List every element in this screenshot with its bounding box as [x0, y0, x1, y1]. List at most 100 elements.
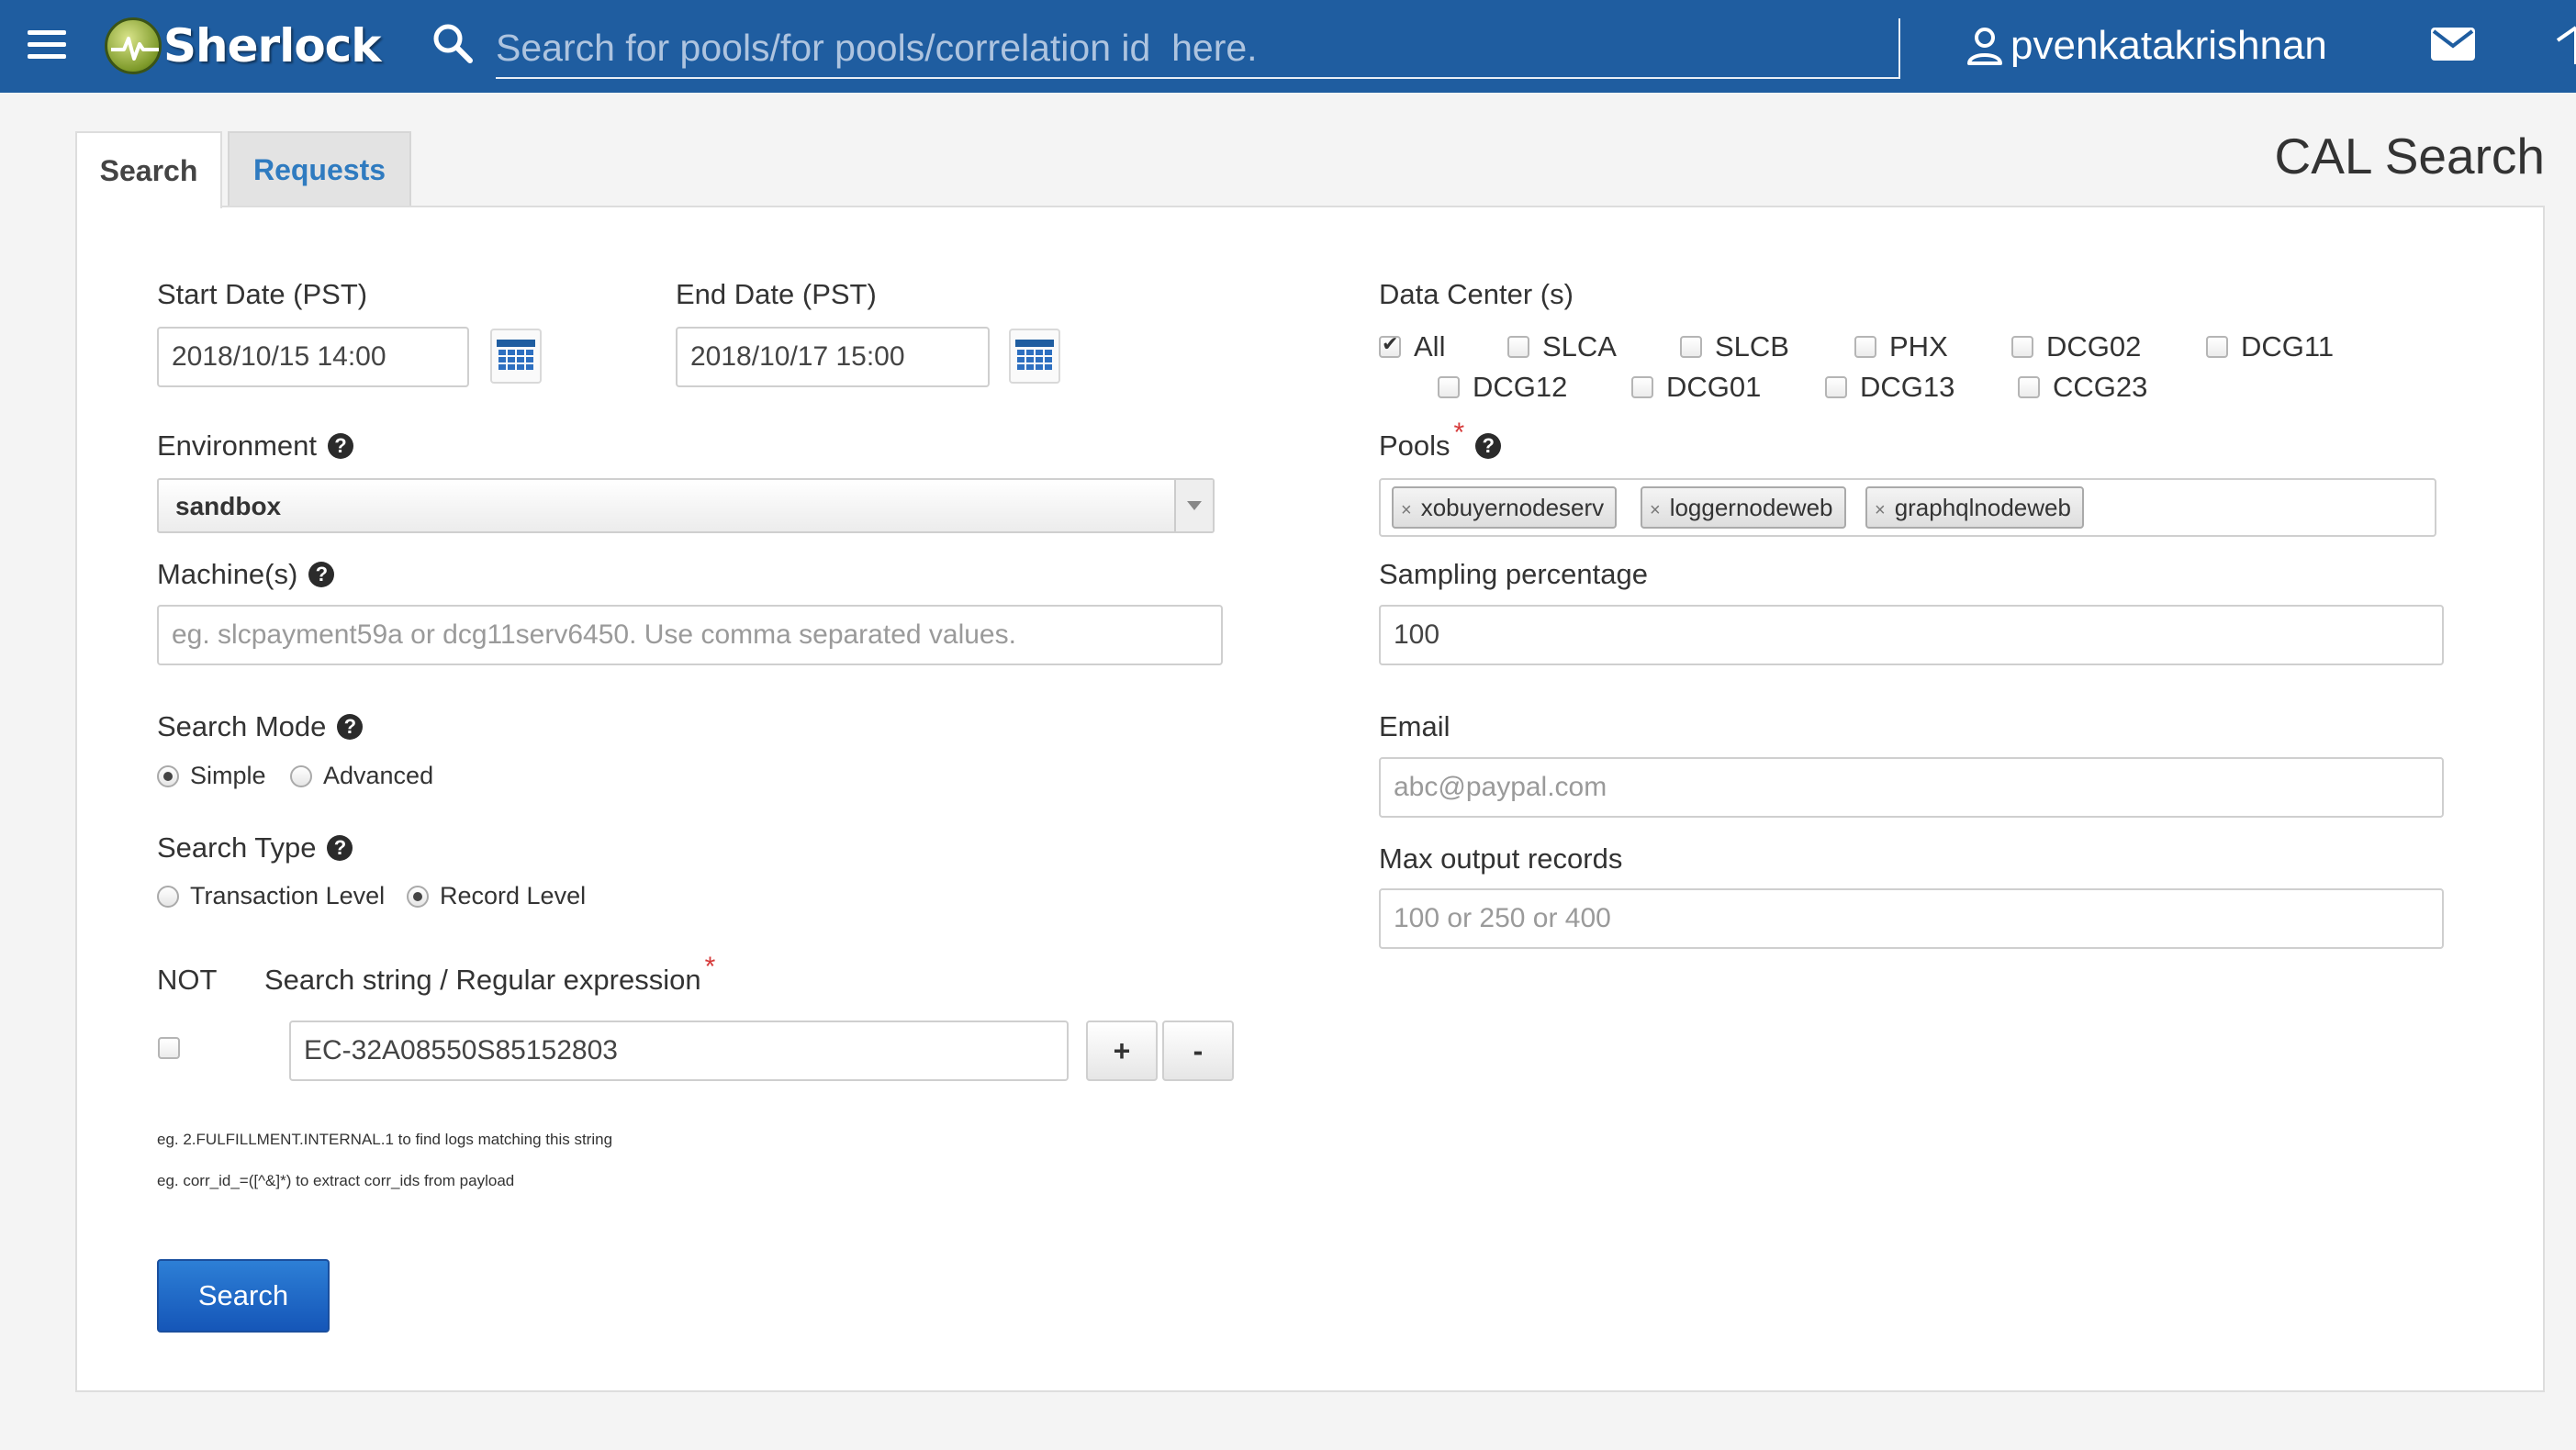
pool-tag: × graphqlnodeweb [1865, 486, 2084, 529]
dc-phx-checkbox[interactable] [1854, 336, 1876, 358]
pool-tag-label: loggernodeweb [1669, 493, 1833, 521]
dc-dcg02[interactable]: DCG02 [2011, 330, 2141, 363]
dc-ccg23-label: CCG23 [2053, 371, 2148, 403]
user-icon [1967, 28, 2002, 65]
search-mode-advanced[interactable]: Advanced [290, 762, 433, 790]
dc-dcg12-checkbox[interactable] [1438, 376, 1460, 398]
search-type-record[interactable]: Record Level [407, 882, 586, 910]
search-string-label-text: Search string / Regular expression [264, 964, 701, 996]
dc-ccg23[interactable]: CCG23 [2018, 371, 2147, 404]
help-icon[interactable]: ? [1475, 433, 1502, 459]
search-mode-label-text: Search Mode [157, 710, 327, 742]
tab-requests[interactable]: Requests [228, 131, 411, 206]
environment-select[interactable]: sandbox [157, 478, 1215, 533]
pool-tag-label: graphqlnodeweb [1894, 493, 2071, 521]
dc-dcg13[interactable]: DCG13 [1825, 371, 1954, 404]
dc-ccg23-checkbox[interactable] [2018, 376, 2040, 398]
remove-tag-icon[interactable]: × [1401, 500, 1412, 521]
environment-label: Environment ? [157, 429, 354, 463]
search-type-transaction-label: Transaction Level [190, 882, 386, 909]
end-date-picker-button[interactable] [1009, 329, 1060, 384]
environment-selected-value: sandbox [175, 492, 282, 520]
remove-search-string-button[interactable]: - [1162, 1021, 1234, 1081]
dc-dcg01-checkbox[interactable] [1631, 376, 1653, 398]
mail-icon[interactable] [2431, 28, 2475, 61]
pools-multiselect[interactable]: × xobuyernodeserv × loggernodeweb × grap… [1379, 478, 2436, 537]
user-menu[interactable]: pvenkatakrishnan [1966, 20, 2327, 72]
username: pvenkatakrishnan [2010, 23, 2327, 68]
arrow-up-icon[interactable] [2554, 24, 2576, 64]
add-search-string-button[interactable]: + [1086, 1021, 1158, 1081]
dc-dcg13-checkbox[interactable] [1825, 376, 1847, 398]
not-checkbox[interactable] [158, 1037, 180, 1059]
email-field[interactable] [1379, 757, 2444, 818]
required-marker: * [704, 952, 716, 982]
pool-tag-label: xobuyernodeserv [1420, 493, 1605, 521]
hint-text: eg. corr_id_=([^&]*) to extract corr_ids… [157, 1172, 515, 1189]
dropdown-arrow-icon [1174, 480, 1213, 531]
help-icon[interactable]: ? [337, 714, 364, 740]
search-type-record-label: Record Level [440, 882, 587, 909]
dc-phx[interactable]: PHX [1854, 330, 1948, 363]
pool-tag: × loggernodeweb [1641, 486, 1846, 529]
top-navbar: Sherlock pvenkatakrishnan [0, 0, 2576, 93]
dc-dcg12[interactable]: DCG12 [1438, 371, 1567, 404]
global-search [431, 18, 1900, 79]
end-date-input[interactable] [676, 327, 990, 387]
search-string-label: Search string / Regular expression * [264, 952, 715, 997]
search-mode-simple-label: Simple [190, 762, 266, 789]
dc-all-checkbox[interactable] [1379, 332, 1401, 358]
dc-dcg12-label: DCG12 [1473, 371, 1568, 403]
app-logo[interactable]: Sherlock [105, 13, 382, 79]
hamburger-menu-icon[interactable] [28, 30, 66, 60]
dc-slca[interactable]: SLCA [1507, 330, 1617, 363]
search-submit-button[interactable]: Search [157, 1259, 330, 1333]
sampling-input[interactable] [1379, 605, 2444, 665]
calendar-icon [497, 340, 535, 370]
dc-phx-label: PHX [1889, 330, 1948, 362]
dc-slcb[interactable]: SLCB [1680, 330, 1789, 363]
dc-dcg11-checkbox[interactable] [2206, 336, 2228, 358]
pool-tag: × xobuyernodeserv [1392, 486, 1618, 529]
dc-dcg01[interactable]: DCG01 [1631, 371, 1761, 404]
dc-slcb-checkbox[interactable] [1680, 336, 1702, 358]
search-string-input[interactable] [289, 1021, 1069, 1081]
machines-label: Machine(s) ? [157, 558, 335, 591]
dc-dcg11[interactable]: DCG11 [2206, 330, 2334, 363]
help-icon[interactable]: ? [328, 433, 354, 459]
search-mode-advanced-radio[interactable] [290, 764, 312, 787]
remove-tag-icon[interactable]: × [1650, 500, 1661, 521]
max-records-input[interactable] [1379, 888, 2444, 949]
dc-dcg02-label: DCG02 [2046, 330, 2142, 362]
start-date-input[interactable] [157, 327, 469, 387]
dc-dcg02-checkbox[interactable] [2011, 336, 2033, 358]
required-marker: * [1453, 418, 1465, 448]
start-date-label: Start Date (PST) [157, 278, 368, 310]
search-type-transaction-radio[interactable] [157, 885, 179, 908]
calendar-icon [1015, 340, 1054, 370]
remove-tag-icon[interactable]: × [1875, 500, 1886, 521]
dc-slca-checkbox[interactable] [1507, 336, 1529, 358]
machines-input[interactable] [157, 605, 1223, 665]
dc-dcg01-label: DCG01 [1666, 371, 1762, 403]
help-icon[interactable]: ? [308, 562, 335, 587]
tab-search[interactable]: Search [75, 131, 222, 208]
help-icon[interactable]: ? [327, 835, 353, 861]
app-name: Sherlock [163, 19, 382, 72]
search-mode-advanced-label: Advanced [323, 762, 434, 789]
machines-label-text: Machine(s) [157, 558, 298, 590]
dc-dcg13-label: DCG13 [1860, 371, 1955, 403]
dc-slcb-label: SLCB [1715, 330, 1789, 362]
email-label: Email [1379, 710, 1450, 742]
search-type-transaction[interactable]: Transaction Level [157, 882, 385, 910]
page-title: CAL Search [2274, 128, 2546, 184]
global-search-input[interactable] [496, 18, 1900, 79]
search-mode-simple[interactable]: Simple [157, 762, 266, 790]
search-type-record-radio[interactable] [407, 885, 429, 908]
dc-all[interactable]: All [1379, 330, 1445, 363]
search-mode-label: Search Mode ? [157, 710, 364, 743]
search-mode-simple-radio[interactable] [157, 764, 179, 787]
pools-label: Pools * ? [1379, 418, 1502, 463]
end-date-label: End Date (PST) [676, 278, 877, 310]
start-date-picker-button[interactable] [490, 329, 542, 384]
